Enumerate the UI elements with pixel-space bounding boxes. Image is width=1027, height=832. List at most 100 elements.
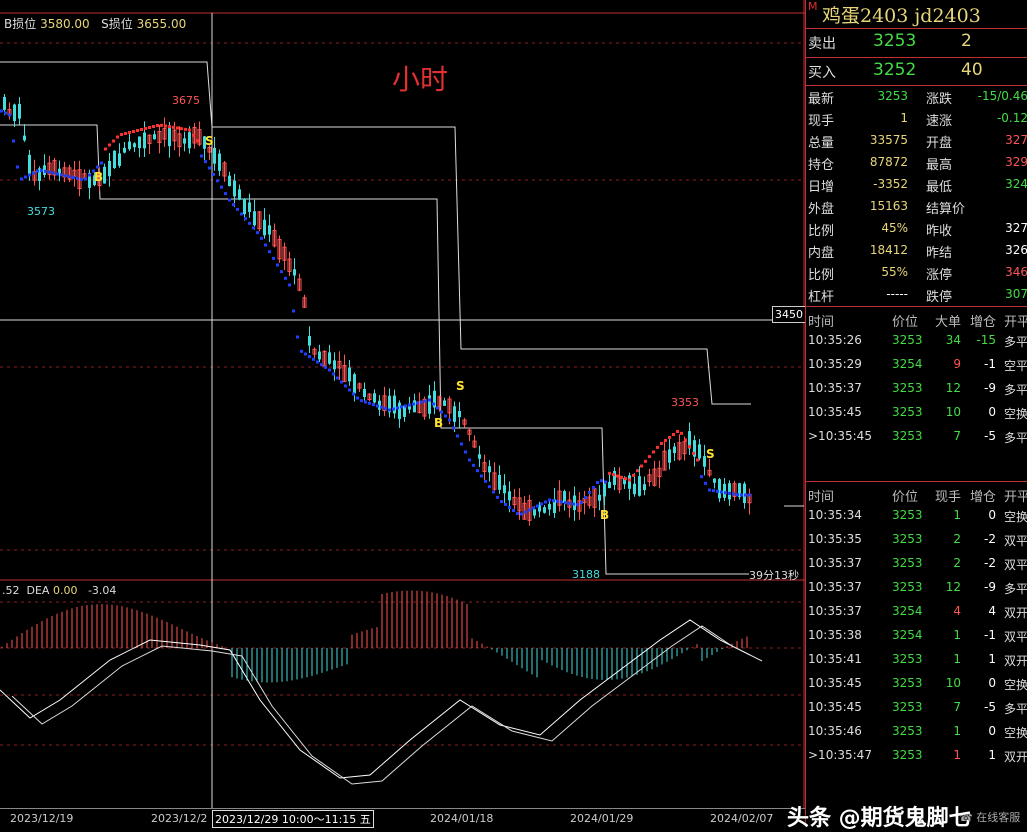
ma-dot (472, 463, 475, 467)
ma-dot (96, 165, 99, 169)
table-row[interactable]: >10:35:45 3253 7 -5 多平 (806, 426, 1027, 450)
cell-delta: -2 (984, 532, 996, 546)
macd-dea-label: DEA (26, 584, 50, 597)
candle-body (138, 136, 141, 149)
ma-dot (296, 335, 299, 339)
candle-body (643, 484, 646, 491)
cell-time: 10:35:38 (808, 628, 862, 642)
cell-time: 10:35:37 (808, 556, 862, 570)
cell-delta: -9 (984, 381, 996, 395)
table-row[interactable]: 10:35:26 3253 34 -15 多平 (806, 330, 1027, 354)
table-row[interactable]: 10:35:37 3253 12 -9 多平 (806, 577, 1027, 601)
stat-row: 内盘 18412 昨结 326 (806, 240, 1027, 262)
table-row[interactable]: 10:35:37 3253 2 -2 双平 (806, 553, 1027, 577)
ma-dot (616, 474, 619, 478)
cell-time: >10:35:45 (808, 429, 872, 443)
candle-body (543, 507, 546, 513)
ma-dot (292, 309, 295, 313)
ma-dot (408, 403, 411, 407)
cell-type: 空换 (1004, 678, 1027, 692)
table-row[interactable]: 10:35:46 3253 1 0 空换 (806, 721, 1027, 745)
ma-dot (32, 171, 35, 175)
ma-dot (612, 473, 615, 477)
ask-row[interactable]: 卖出 3253 2 (806, 29, 1027, 56)
ma-dot (468, 458, 471, 462)
stat-key: 日增 (808, 180, 835, 195)
ma-dot (456, 434, 459, 438)
candle-body (318, 351, 321, 360)
candle-body (243, 198, 246, 215)
candle-body (248, 202, 251, 212)
stat-row: 日增 -3352 最低 324 (806, 174, 1027, 196)
stat-value: 329 (1005, 155, 1027, 169)
ma-dot (680, 431, 683, 435)
ma-dot (376, 404, 379, 408)
ma-dot (268, 250, 271, 254)
stat-row: 总量 33575 开盘 327 (806, 130, 1027, 152)
crosshair-time-label: 2023/12/29 10:00～11:15 五 (212, 810, 374, 828)
table-row[interactable]: 10:35:45 3253 7 -5 多平 (806, 697, 1027, 721)
ma-dot (540, 502, 543, 506)
cell-price: 3253 (892, 580, 923, 594)
bid-qty: 40 (961, 60, 983, 80)
table-row[interactable]: 10:35:37 3254 4 4 双开 (806, 601, 1027, 625)
ma-dot (116, 135, 119, 139)
table-row[interactable]: 10:35:35 3253 2 -2 双平 (806, 529, 1027, 553)
ma-dot (380, 405, 383, 409)
ma-dot (492, 490, 495, 494)
ma-dot (80, 177, 83, 181)
candle-body (633, 483, 636, 495)
cell-price: 3253 (892, 556, 923, 570)
big-order-table[interactable]: 时间 价位 大单 增仓 开平 10:35:26 3253 34 -15 多平 10:35:29 325… (806, 308, 1027, 450)
stat-key: 比例 (808, 224, 835, 239)
candle-body (638, 476, 641, 496)
ma-dot (324, 365, 327, 369)
cell-qty: 9 (953, 357, 961, 371)
kline-chart[interactable]: B损位 3580.00 S损位 3655.00 小时 3675 3573 335… (0, 0, 806, 828)
cell-type: 空换 (1004, 510, 1027, 524)
table-row[interactable]: 10:35:45 3253 10 0 空换 (806, 402, 1027, 426)
stat-value: 15163 (869, 199, 908, 213)
ma-dot (496, 495, 499, 499)
high-annotation-2: 3353 (671, 396, 699, 409)
ma-dot (44, 169, 47, 173)
ma-dot (544, 500, 547, 504)
ma-dot (392, 407, 395, 411)
candle-body (183, 138, 186, 144)
cell-type: 多平 (1004, 702, 1027, 716)
candle-body (293, 269, 296, 276)
stat-key: 涨停 (926, 268, 953, 283)
tick-table[interactable]: 时间 价位 现手 增仓 开平 10:35:34 3253 1 0 空换 10:35:35 3253 2-… (806, 483, 1027, 769)
ma-dot (160, 123, 163, 127)
table-row[interactable]: 10:35:37 3253 12 -9 多平 (806, 378, 1027, 402)
ma-dot (692, 451, 695, 455)
table-row[interactable]: 10:35:29 3254 9 -1 空平 (806, 354, 1027, 378)
table-row[interactable]: 10:35:41 3253 1 1 双开 (806, 649, 1027, 673)
x-label-1: 2023/12/19 (10, 812, 74, 825)
period-label: 小时 (392, 63, 449, 96)
cell-type: 双平 (1004, 534, 1027, 548)
candle-body (348, 367, 351, 382)
candle-body (188, 132, 191, 149)
cell-time: 10:35:45 (808, 405, 862, 419)
x-label-2: 2023/12/2 (151, 812, 208, 825)
ma-dot (288, 283, 291, 287)
b-stop-value: 3580.00 (40, 17, 90, 31)
ma-dot (188, 128, 191, 132)
table-row[interactable]: >10:35:47 3253 1 1 双开 (806, 745, 1027, 769)
ma-dot (224, 192, 227, 196)
stat-value: 324 (1005, 177, 1027, 191)
ma-dot (260, 236, 263, 240)
stat-key: 外盘 (808, 202, 835, 217)
table-row[interactable]: 10:35:38 3254 1 -1 双平 (806, 625, 1027, 649)
ma-dot (320, 363, 323, 367)
candle-body (328, 352, 331, 364)
ma-dot (264, 243, 267, 247)
candle-body (723, 483, 726, 498)
bid-row[interactable]: 买入 3252 40 (806, 58, 1027, 85)
contract-title[interactable]: M 鸡蛋2403 jd2403 (806, 0, 1027, 27)
stat-row: 外盘 15163 结算价 (806, 196, 1027, 218)
table-row[interactable]: 10:35:45 3253 10 0 空换 (806, 673, 1027, 697)
ma-dot (368, 401, 371, 405)
table-row[interactable]: 10:35:34 3253 1 0 空换 (806, 505, 1027, 529)
